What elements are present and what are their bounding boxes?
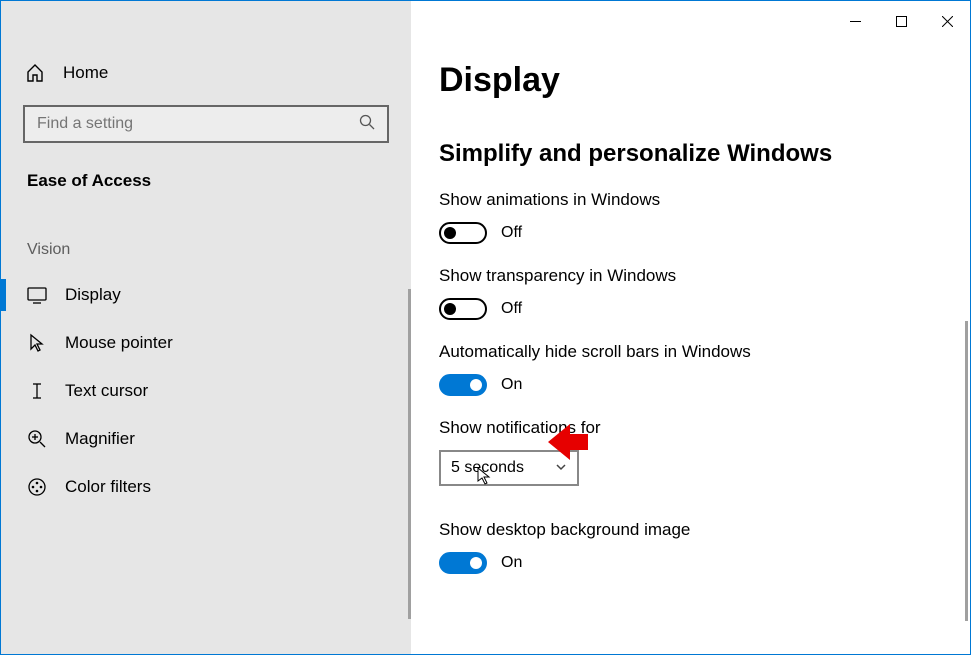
sidebar-item-display[interactable]: Display bbox=[1, 271, 411, 319]
toggle-row-desktop-bg: On bbox=[439, 552, 970, 574]
sidebar-item-label: Mouse pointer bbox=[65, 333, 173, 353]
mouse-pointer-icon bbox=[27, 333, 47, 353]
maximize-button[interactable] bbox=[878, 5, 924, 37]
toggle-desktop-bg[interactable] bbox=[439, 552, 487, 574]
sidebar-item-color-filters[interactable]: Color filters bbox=[1, 463, 411, 511]
notifications-value: 5 seconds bbox=[451, 459, 524, 477]
sidebar-item-label: Text cursor bbox=[65, 381, 148, 401]
setting-label-transparency: Show transparency in Windows bbox=[439, 266, 970, 286]
text-cursor-icon bbox=[27, 381, 47, 401]
setting-label-desktop-bg: Show desktop background image bbox=[439, 520, 970, 540]
titlebar bbox=[832, 1, 970, 41]
color-filters-icon bbox=[27, 477, 47, 497]
toggle-state-hide-scroll: On bbox=[501, 376, 522, 394]
toggle-transparency[interactable] bbox=[439, 298, 487, 320]
section-heading: Ease of Access bbox=[1, 151, 411, 201]
notifications-select[interactable]: 5 seconds bbox=[439, 450, 579, 486]
magnifier-icon bbox=[27, 429, 47, 449]
sidebar-item-text-cursor[interactable]: Text cursor bbox=[1, 367, 411, 415]
toggle-row-hide-scroll: On bbox=[439, 374, 970, 396]
sidebar-item-mouse-pointer[interactable]: Mouse pointer bbox=[1, 319, 411, 367]
search-wrap bbox=[23, 105, 389, 143]
layout: Home Ease of Access Vision Display Mouse… bbox=[1, 1, 970, 654]
chevron-down-icon bbox=[555, 461, 567, 476]
toggle-row-transparency: Off bbox=[439, 298, 970, 320]
toggle-state-desktop-bg: On bbox=[501, 554, 522, 572]
section-group: Vision bbox=[1, 201, 411, 271]
home-icon bbox=[25, 63, 45, 83]
main-scrollbar[interactable] bbox=[965, 321, 968, 621]
display-icon bbox=[27, 285, 47, 305]
sidebar: Home Ease of Access Vision Display Mouse… bbox=[1, 1, 411, 654]
minimize-button[interactable] bbox=[832, 5, 878, 37]
setting-label-notifications: Show notifications for bbox=[439, 418, 970, 438]
sidebar-item-label: Magnifier bbox=[65, 429, 135, 449]
search-icon bbox=[359, 114, 375, 134]
home-label: Home bbox=[63, 63, 108, 83]
close-button[interactable] bbox=[924, 5, 970, 37]
sidebar-item-label: Color filters bbox=[65, 477, 151, 497]
toggle-animations[interactable] bbox=[439, 222, 487, 244]
search-input[interactable] bbox=[23, 105, 389, 143]
main-content: Display Simplify and personalize Windows… bbox=[411, 1, 970, 654]
sidebar-item-label: Display bbox=[65, 285, 121, 305]
page-title: Display bbox=[439, 61, 970, 100]
home-nav[interactable]: Home bbox=[1, 51, 411, 95]
setting-label-animations: Show animations in Windows bbox=[439, 190, 970, 210]
setting-label-hide-scroll: Automatically hide scroll bars in Window… bbox=[439, 342, 970, 362]
toggle-hide-scroll[interactable] bbox=[439, 374, 487, 396]
toggle-state-animations: Off bbox=[501, 224, 522, 242]
toggle-state-transparency: Off bbox=[501, 300, 522, 318]
page-subtitle: Simplify and personalize Windows bbox=[439, 140, 970, 168]
toggle-row-animations: Off bbox=[439, 222, 970, 244]
sidebar-item-magnifier[interactable]: Magnifier bbox=[1, 415, 411, 463]
